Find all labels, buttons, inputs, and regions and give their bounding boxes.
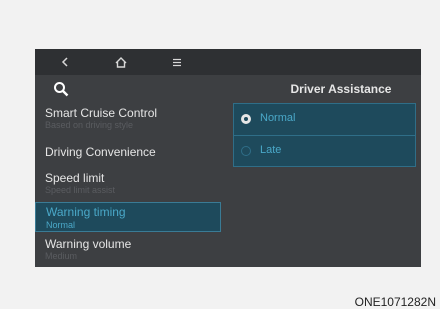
menu-icon xyxy=(173,58,181,66)
option-late[interactable]: Late xyxy=(234,136,415,167)
sidebar-item-label: Warning timing xyxy=(46,205,126,219)
home-button[interactable] xyxy=(101,49,141,75)
figure-code: ONE1071282N xyxy=(354,295,436,309)
home-icon xyxy=(115,56,127,68)
sidebar-item-sublabel: Normal xyxy=(46,220,76,230)
top-bar xyxy=(35,49,421,75)
option-normal[interactable]: Normal xyxy=(234,104,415,135)
sidebar-item-smart-cruise-control[interactable]: Smart Cruise Control Based on driving st… xyxy=(35,106,221,132)
back-button[interactable] xyxy=(45,49,85,75)
sidebar-item-warning-timing[interactable]: Warning timing Normal xyxy=(35,202,221,232)
option-label: Normal xyxy=(260,112,296,124)
sidebar-item-driving-convenience[interactable]: Driving Convenience xyxy=(35,145,221,165)
menu-button[interactable] xyxy=(157,49,197,75)
search-icon xyxy=(54,82,69,97)
option-label: Late xyxy=(260,144,282,156)
radio-selected-icon[interactable] xyxy=(241,114,251,124)
radio-unselected-icon[interactable] xyxy=(241,146,251,156)
sidebar-item-label: Speed limit xyxy=(45,171,105,185)
warning-timing-options: Normal Late xyxy=(233,103,416,167)
sidebar-item-label: Warning volume xyxy=(45,237,132,251)
sidebar-item-label: Driving Convenience xyxy=(45,145,156,159)
search-button[interactable] xyxy=(53,81,69,97)
sidebar-item-speed-limit[interactable]: Speed limit Speed limit assist xyxy=(35,171,221,197)
sidebar-item-sublabel: Medium xyxy=(45,251,78,261)
sidebar-item-label: Smart Cruise Control xyxy=(45,106,158,120)
infotainment-screen: Smart Cruise Control Based on driving st… xyxy=(35,49,421,267)
sidebar-item-sublabel: Speed limit assist xyxy=(45,185,116,195)
chevron-left-icon xyxy=(61,57,68,67)
sidebar-item-warning-volume[interactable]: Warning volume Medium xyxy=(35,237,221,265)
sidebar-item-sublabel: Based on driving style xyxy=(45,120,134,130)
panel-title: Driver Assistance xyxy=(290,82,392,96)
